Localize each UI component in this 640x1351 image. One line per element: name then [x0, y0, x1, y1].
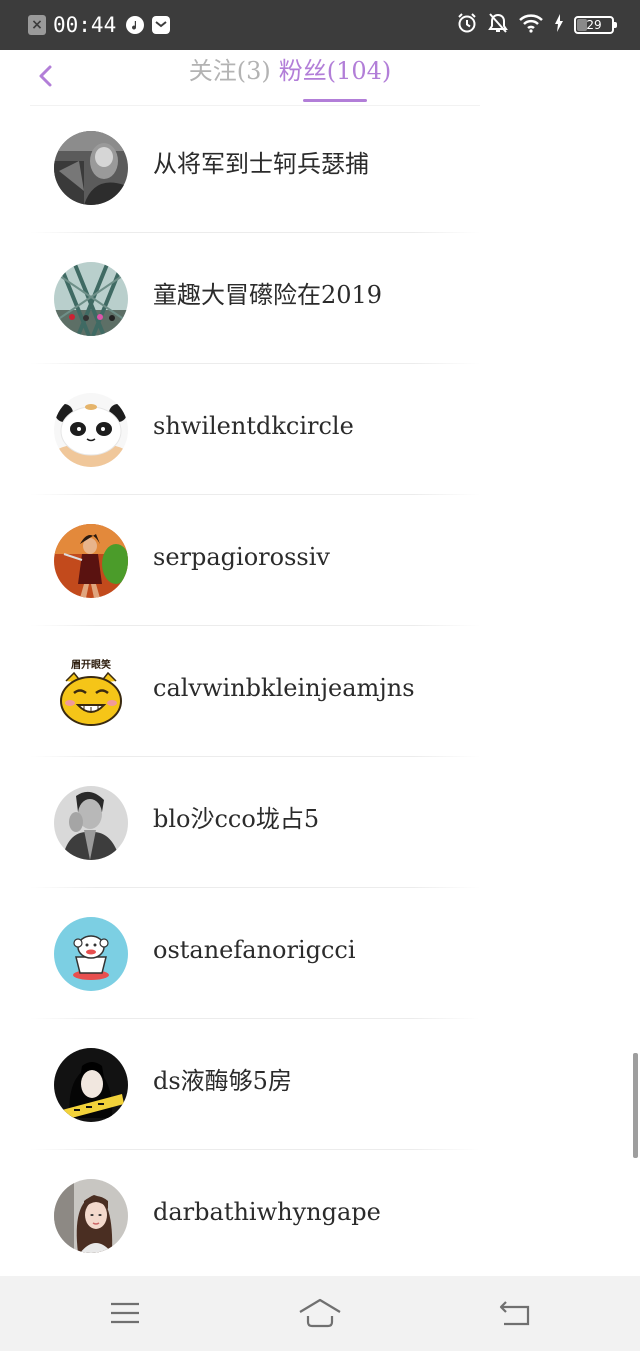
woman-portrait-photo	[54, 1179, 128, 1253]
follower-name: blo沙cco垅占5	[153, 805, 320, 833]
status-bar: × 00:44 29	[0, 0, 640, 50]
avatar[interactable]	[54, 262, 128, 336]
alarm-icon	[456, 12, 478, 38]
cartoon-monkey-cup	[54, 917, 128, 991]
list-item[interactable]: serpagiorossiv	[0, 495, 640, 626]
follower-name: 从将军到士轲兵瑟捕	[153, 150, 369, 178]
follower-name: serpagiorossiv	[153, 543, 330, 571]
list-item[interactable]: blo沙cco垅占5	[0, 757, 640, 888]
tab-followers[interactable]: 粉丝(104)	[275, 50, 396, 102]
wifi-icon	[518, 13, 544, 37]
music-app-icon	[126, 16, 145, 34]
yellow-cat-cartoon: 眉开眼笑	[54, 655, 128, 729]
panda-plush-photo	[54, 393, 128, 467]
navigation-bar	[0, 1276, 640, 1351]
stadium-structure-photo	[54, 262, 128, 336]
follower-name: shwilentdkcircle	[153, 412, 354, 440]
avatar[interactable]	[54, 1179, 128, 1253]
avatar[interactable]	[54, 917, 128, 991]
battery-percentage: 29	[586, 18, 602, 32]
grayscale-man-photo	[54, 786, 128, 860]
list-item[interactable]: 童趣大冒礤险在2019	[0, 233, 640, 364]
follower-name: ds液酶够5房	[153, 1067, 292, 1095]
follower-list: 从将军到士轲兵瑟捕 童趣大冒礤险在2019 shwilentdkcircle s…	[0, 102, 640, 1281]
follower-name: darbathiwhyngape	[153, 1198, 381, 1226]
avatar[interactable]	[54, 131, 128, 205]
avatar[interactable]	[54, 393, 128, 467]
clock: 00:44	[53, 13, 117, 37]
charging-icon	[554, 14, 564, 36]
follower-name: 童趣大冒礤险在2019	[153, 281, 383, 309]
list-item[interactable]: ostanefanorigcci	[0, 888, 640, 1019]
avatar[interactable]	[54, 1048, 128, 1122]
menu-icon	[111, 1302, 139, 1324]
list-item[interactable]: 从将军到士轲兵瑟捕	[0, 102, 640, 233]
back-nav-button[interactable]	[485, 1293, 545, 1333]
follower-name: ostanefanorigcci	[153, 936, 356, 964]
home-button[interactable]	[290, 1293, 350, 1333]
grayscale-girl-photo	[54, 131, 128, 205]
follower-name: calvwinbkleinjeamjns	[153, 674, 415, 702]
header: 关注(3) 粉丝(104)	[0, 50, 640, 102]
list-item[interactable]: darbathiwhyngape	[0, 1150, 640, 1281]
avatar[interactable]: 眉开眼笑	[54, 655, 128, 729]
home-icon	[299, 1298, 341, 1328]
mail-app-icon	[152, 16, 171, 34]
fantasy-warrior-art	[54, 524, 128, 598]
back-icon	[499, 1301, 530, 1326]
avatar[interactable]	[54, 524, 128, 598]
menu-button[interactable]	[95, 1293, 155, 1333]
scrollbar-thumb[interactable]	[633, 1053, 638, 1158]
list-item[interactable]: ds液酶够5房	[0, 1019, 640, 1150]
close-notification-icon: ×	[28, 15, 46, 35]
dark-portrait-banner	[54, 1048, 128, 1122]
avatar-caption: 眉开眼笑	[71, 658, 111, 671]
tab-following[interactable]: 关注(3)	[185, 50, 275, 102]
battery-icon: 29	[574, 16, 617, 34]
avatar[interactable]	[54, 786, 128, 860]
list-item[interactable]: shwilentdkcircle	[0, 364, 640, 495]
list-item[interactable]: 眉开眼笑 calvwinbkleinjeamjns	[0, 626, 640, 757]
tab-bar: 关注(3) 粉丝(104)	[0, 50, 580, 102]
status-bar-left: × 00:44	[28, 0, 171, 50]
status-bar-right: 29	[456, 0, 617, 50]
silent-bell-icon	[488, 12, 508, 38]
